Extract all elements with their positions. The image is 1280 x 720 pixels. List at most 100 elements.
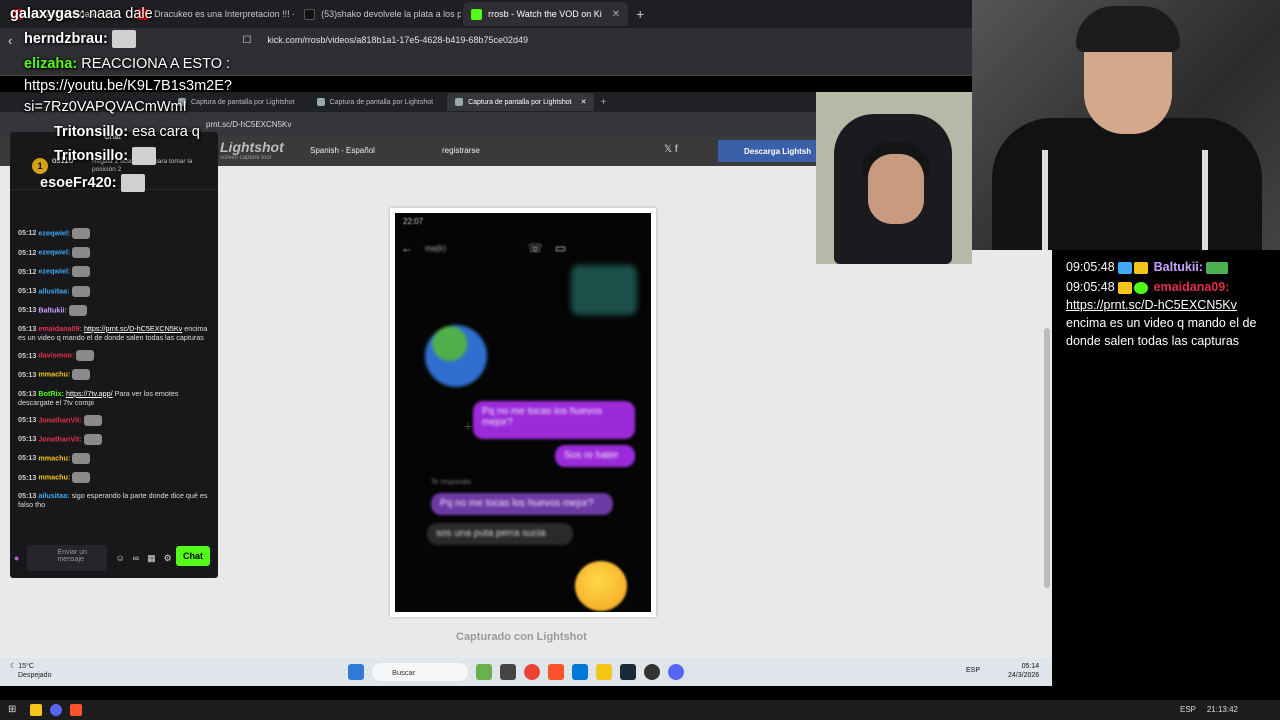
blurred-image: [571, 265, 637, 315]
language-indicator[interactable]: ESP: [1180, 705, 1196, 714]
mic-icon[interactable]: ●: [14, 553, 19, 563]
new-tab-button[interactable]: +: [630, 6, 650, 22]
emote: [72, 453, 91, 465]
overlay-user: Tritonsillo:: [54, 147, 129, 164]
msg-user[interactable]: JonathanVit:: [38, 415, 81, 424]
send-chat-button[interactable]: Chat: [176, 546, 210, 566]
emote: [76, 350, 95, 362]
gift-icon[interactable]: ▦: [147, 553, 156, 564]
inner-tab-2[interactable]: Captura de pantalla por Lightshot: [309, 93, 442, 111]
lightshot-logo[interactable]: Lightshot: [220, 139, 284, 155]
register-link[interactable]: registrarse: [442, 146, 480, 155]
verified-icon: [1134, 281, 1149, 294]
language-select[interactable]: Spanish - Español: [310, 146, 375, 155]
overlay-user: elizaha:: [24, 56, 78, 72]
crown-icon: [1134, 261, 1149, 274]
back-arrow-icon[interactable]: ‹: [8, 33, 12, 48]
msg-user[interactable]: mmachu:: [38, 473, 70, 482]
msg-link[interactable]: https://prnt.sc/D-hC5EXCN5Kv: [1066, 298, 1237, 312]
msg-time: 05:13: [18, 285, 37, 295]
close-tab-icon[interactable]: ✕: [612, 9, 620, 20]
msg-time: 05:12: [18, 266, 37, 276]
7tv-icon[interactable]: ∞: [133, 553, 139, 563]
weather-text: Despejado: [18, 672, 52, 679]
chrome-icon[interactable]: [524, 664, 540, 680]
msg-user[interactable]: mmachu:: [38, 453, 70, 462]
inner-tab-3[interactable]: Captura de pantalla por Lightshot ✕: [447, 93, 595, 111]
msg-time: 05:13: [18, 350, 37, 360]
overlay-user: galaxygas:: [10, 6, 85, 22]
emote: [68, 304, 87, 316]
bookmark-icon[interactable]: ☐: [242, 35, 251, 46]
msg-time: 05:13: [18, 323, 37, 333]
quoted-bubble: Pq no me tocas los huevos mejor?: [431, 493, 613, 515]
msg-user[interactable]: mmachu:: [38, 370, 70, 379]
msg-time: 05:13: [18, 369, 37, 379]
settings-gear-icon[interactable]: ⚙: [164, 553, 172, 564]
overlay-user: esoeFr420:: [40, 174, 117, 191]
pepe-emote: [1206, 261, 1229, 274]
new-tab-button[interactable]: +: [600, 97, 606, 108]
windows-start-icon[interactable]: ⊞: [8, 704, 16, 715]
capture-caption: Capturado con Lightshot: [456, 631, 587, 643]
weather-widget[interactable]: ☾ 15°C Despejado: [10, 662, 51, 680]
clock[interactable]: 05:14 24/3/2026: [1008, 662, 1039, 680]
scrollbar[interactable]: [1044, 328, 1050, 588]
task-view-icon[interactable]: [500, 664, 516, 680]
steam-icon[interactable]: [620, 664, 636, 680]
inner-tab-1[interactable]: Captura de pantalla por Lightshot: [170, 93, 303, 111]
guest-face: [868, 154, 924, 224]
msg-user[interactable]: ailusitaa:: [38, 491, 69, 500]
store-icon[interactable]: [572, 664, 588, 680]
clock-time[interactable]: 21:13:42: [1207, 705, 1238, 714]
close-tab-icon[interactable]: ✕: [581, 98, 587, 106]
msg-user[interactable]: Baltukii:: [38, 305, 66, 314]
chat-message: 05:13 Baltukii:: [18, 304, 214, 316]
url-field[interactable]: kick.com/rrosb/videos/a818b1a1-17e5-4628…: [267, 35, 528, 45]
msg-user[interactable]: BotRix:: [38, 389, 64, 398]
folder-icon[interactable]: [30, 704, 42, 716]
right-chat-overlay: 09:05:48 Baltukii: 09:05:48 emaidana09: …: [1066, 258, 1276, 352]
emote: [72, 228, 91, 239]
social-icons[interactable]: 𝕏 f: [664, 144, 678, 155]
brave-icon[interactable]: [70, 704, 82, 716]
outer-tab-3[interactable]: (53)shako devolvele la plata a los pib: [296, 2, 461, 26]
inner-taskbar: ☾ 15°C Despejado Buscar ESP 05:14 24/3/2…: [0, 658, 1052, 686]
taskbar-search[interactable]: Buscar: [372, 663, 468, 681]
tab-label: (53)shako devolvele la plata a los pib: [321, 9, 462, 19]
msg-user[interactable]: ailusitaa:: [38, 286, 69, 295]
msg-link[interactable]: https://7tv.app/: [66, 389, 113, 398]
msg-user[interactable]: JonathanVit:: [38, 434, 81, 443]
emote: [72, 266, 91, 278]
folder-icon[interactable]: [596, 664, 612, 680]
brave-icon[interactable]: [548, 664, 564, 680]
msg-user[interactable]: ezeqwiel:: [38, 248, 70, 257]
tab-label: Captura de pantalla por Lightshot: [468, 98, 572, 106]
outer-tab-4[interactable]: rrosb - Watch the VOD on Ki ✕: [463, 2, 629, 26]
widgets-icon[interactable]: [476, 664, 492, 680]
app-icon[interactable]: [644, 664, 660, 680]
msg-user[interactable]: ezeqwiel:: [38, 267, 70, 276]
emote: [72, 472, 91, 484]
msg-user[interactable]: ezeqwiel:: [38, 228, 70, 237]
download-button[interactable]: Descarga Lightsh: [718, 140, 818, 162]
camera-icon: ▭: [554, 241, 567, 255]
msg-time: 05:13: [18, 305, 37, 315]
language-indicator[interactable]: ESP: [966, 667, 980, 674]
chat-input[interactable]: Enviar un mensaje: [27, 545, 108, 571]
discord-icon[interactable]: [668, 664, 684, 680]
windows-start-icon[interactable]: [348, 664, 364, 680]
msg-link[interactable]: https://prnt.sc/D-hC5EXCN5Kv: [84, 324, 182, 333]
emote: [120, 174, 145, 192]
emote: [132, 147, 157, 165]
msg-user[interactable]: davismoo:: [38, 351, 74, 360]
outer-tab-2[interactable]: Dracukeo es una Interpretacion !!! - Y: [129, 2, 294, 26]
msg-user[interactable]: emaidana09:: [38, 324, 82, 333]
clock-date: 24/3/2026: [1008, 672, 1040, 679]
inner-url-field[interactable]: prnt.sc/D-hC5EXCN5Kv: [206, 120, 291, 129]
chat-input-bar: ● Enviar un mensaje ☺ ∞ ▦ ⚙ Chat: [14, 544, 214, 572]
overlay-message: galaxygas: naaa dale: [10, 6, 153, 22]
right-chat-message: 09:05:48 Baltukii:: [1066, 258, 1276, 276]
emote-icon[interactable]: ☺: [115, 553, 124, 563]
discord-icon[interactable]: [50, 704, 62, 716]
